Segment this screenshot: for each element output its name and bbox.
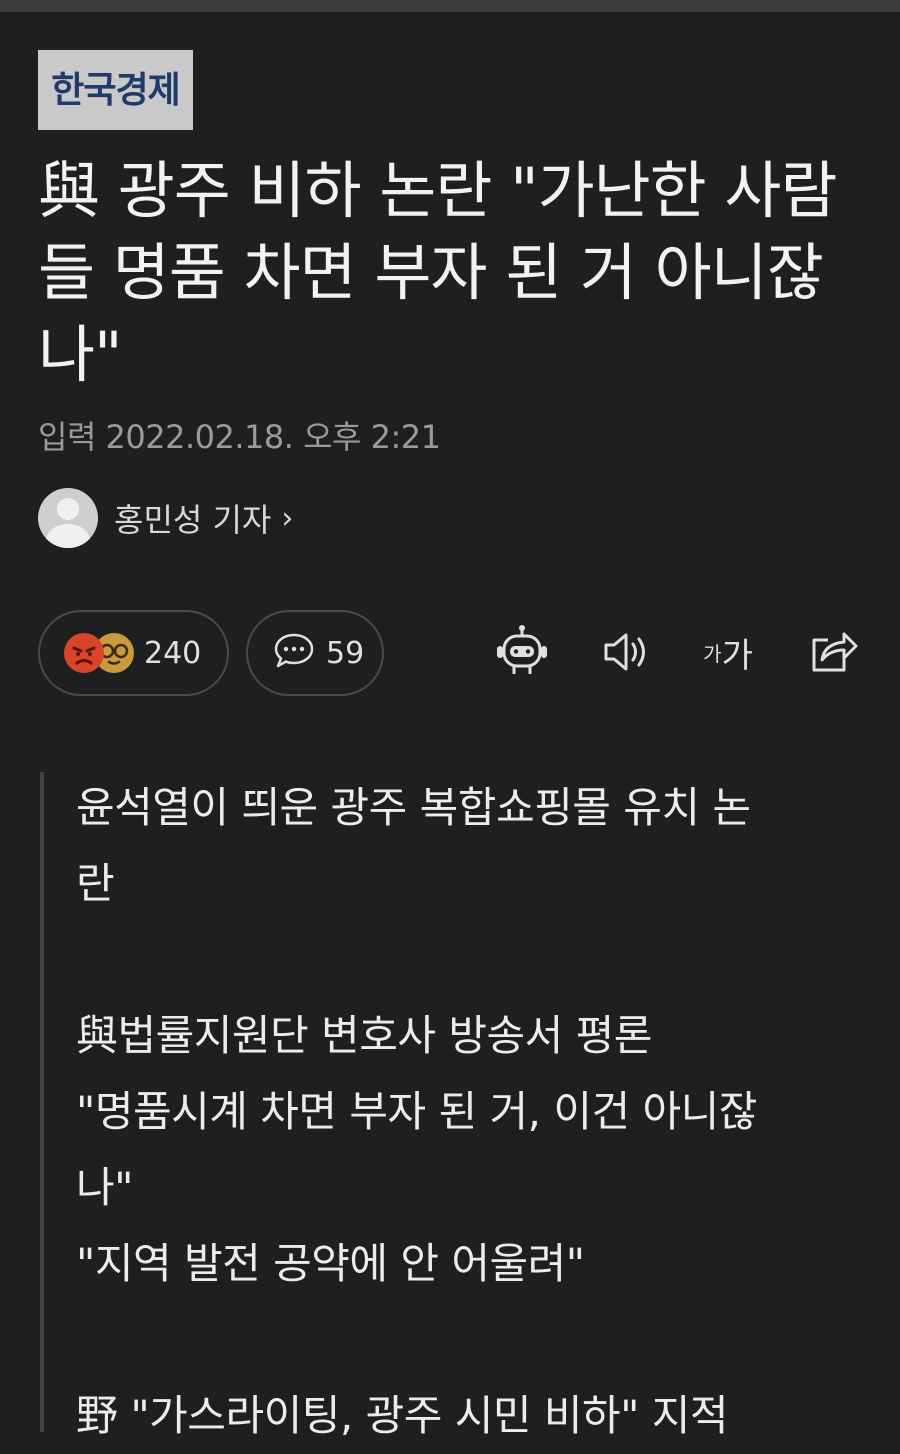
summary-line: "지역 발전 공약에 안 어울려" bbox=[76, 1239, 585, 1288]
author-avatar bbox=[38, 488, 98, 548]
comment-button[interactable]: 59 bbox=[246, 610, 384, 696]
font-size-large-label: 가 bbox=[721, 635, 753, 676]
press-logo[interactable]: 한국경제 bbox=[38, 50, 193, 130]
article-headline: 與 광주 비하 논란 "가난한 사람들 명품 차면 부자 된 거 아니잖나" bbox=[38, 154, 838, 391]
reaction-count: 240 bbox=[144, 635, 202, 671]
chevron-right-icon: › bbox=[281, 500, 294, 536]
font-size-icon[interactable]: 가가 bbox=[696, 620, 760, 684]
article-date: 입력 2022.02.18. 오후 2:21 bbox=[38, 418, 441, 456]
author-link[interactable]: 홍민성 기자 › bbox=[38, 488, 293, 548]
font-size-small-label: 가 bbox=[703, 641, 722, 666]
summary-line bbox=[76, 922, 846, 998]
summary-line: 與법률지원단 변호사 방송서 평론 bbox=[76, 1011, 652, 1060]
share-icon[interactable] bbox=[800, 620, 864, 684]
summary-line: "명품시계 차면 부자 된 거, 이건 아니잖 bbox=[76, 1087, 757, 1136]
author-name: 홍민성 기자 bbox=[114, 501, 272, 539]
angry-face-icon bbox=[64, 633, 104, 673]
comment-count: 59 bbox=[326, 635, 365, 671]
summary-line: 란 bbox=[76, 859, 115, 908]
speaker-icon[interactable] bbox=[594, 620, 658, 684]
summary-line: 나" bbox=[76, 1163, 133, 1212]
top-status-strip bbox=[0, 0, 900, 12]
reaction-button[interactable]: 240 bbox=[38, 610, 229, 696]
summary-line: 윤석열이 띄운 광주 복합쇼핑몰 유치 논 bbox=[76, 783, 751, 832]
robot-summary-icon[interactable] bbox=[490, 620, 554, 684]
summary-line bbox=[76, 1302, 846, 1378]
article-summary: 윤석열이 띄운 광주 복합쇼핑몰 유치 논 란 與법률지원단 변호사 방송서 평… bbox=[76, 770, 846, 1454]
summary-quote-bar bbox=[40, 772, 44, 1432]
speech-bubble-icon bbox=[272, 629, 316, 677]
